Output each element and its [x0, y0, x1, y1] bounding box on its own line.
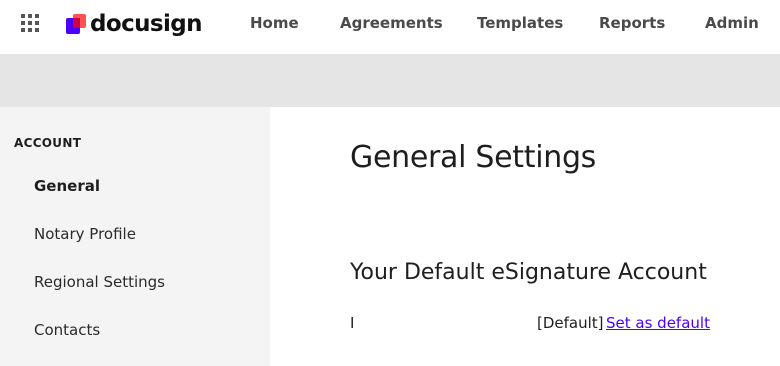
docusign-logo[interactable]: docusign	[66, 10, 202, 38]
nav-templates[interactable]: Templates	[477, 0, 563, 46]
sidebar-item-notary-profile[interactable]: Notary Profile	[34, 225, 136, 243]
sub-header-bar	[0, 54, 780, 107]
page-title: General Settings	[350, 140, 597, 175]
docusign-logo-icon	[66, 14, 86, 34]
sidebar-item-general[interactable]: General	[34, 177, 100, 195]
apps-grid-icon[interactable]	[21, 14, 39, 32]
section-title-default-account: Your Default eSignature Account	[350, 260, 707, 285]
logo-wordmark: docusign	[90, 10, 202, 37]
top-header: docusign Home Agreements Templates Repor…	[0, 0, 780, 54]
account-name: I	[350, 314, 355, 332]
sidebar-section-account: ACCOUNT	[14, 136, 82, 150]
nav-reports[interactable]: Reports	[599, 0, 665, 46]
default-tag: [Default]	[537, 314, 604, 332]
settings-sidebar: ACCOUNT General Notary Profile Regional …	[0, 107, 270, 366]
nav-agreements[interactable]: Agreements	[340, 0, 443, 46]
nav-admin[interactable]: Admin	[705, 0, 759, 46]
sidebar-item-contacts[interactable]: Contacts	[34, 321, 100, 339]
nav-home[interactable]: Home	[250, 0, 299, 46]
set-as-default-link[interactable]: Set as default	[606, 314, 710, 332]
sidebar-item-regional-settings[interactable]: Regional Settings	[34, 273, 165, 291]
